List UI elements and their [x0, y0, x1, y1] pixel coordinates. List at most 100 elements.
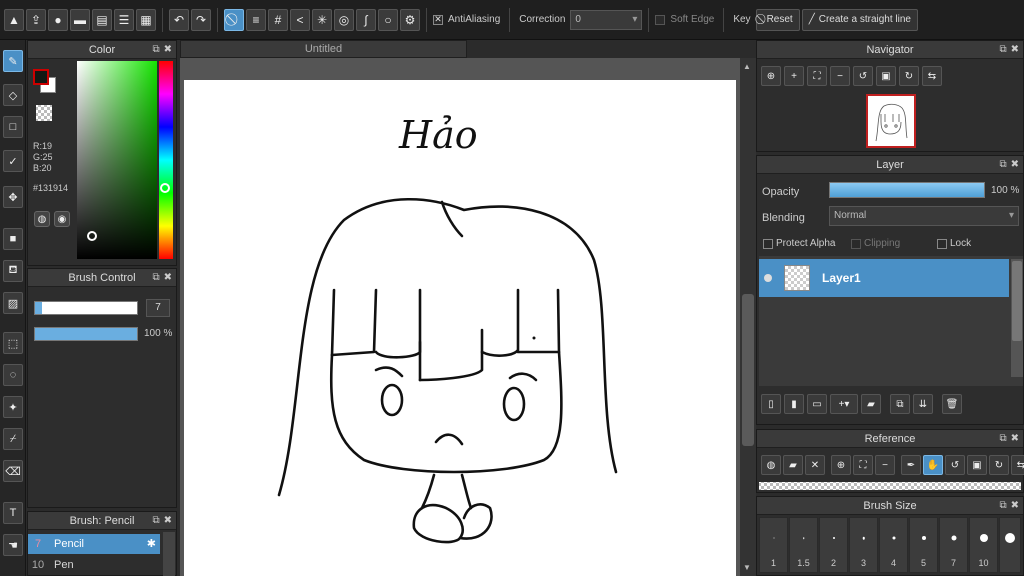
scroll-up-icon[interactable]: ▲: [743, 62, 751, 71]
straight-line-button[interactable]: ╱ Create a straight line: [801, 8, 918, 31]
reset-view-icon[interactable]: ▣: [967, 455, 987, 475]
zoom-magnify-icon[interactable]: ⊕: [761, 66, 781, 86]
bucket-tool-icon[interactable]: ⛾: [3, 260, 23, 282]
share-icon[interactable]: ⇪: [26, 8, 46, 31]
panel-close-icon[interactable]: ✖: [164, 44, 172, 55]
protect-alpha-option[interactable]: Protect Alpha: [763, 238, 835, 249]
rectangle-tool-icon[interactable]: □: [3, 116, 23, 138]
panel-float-icon[interactable]: ⧉: [999, 159, 1006, 170]
soft-edge-checkbox[interactable]: [655, 14, 666, 25]
move-tool-icon[interactable]: ✥: [3, 186, 23, 208]
radial-snap-icon[interactable]: ✳: [312, 8, 332, 31]
panel-close-icon[interactable]: ✖: [164, 515, 172, 526]
reset-view-icon[interactable]: ▣: [876, 66, 896, 86]
brush-tool-icon[interactable]: ✎: [3, 50, 23, 72]
rect-select-tool-icon[interactable]: ⬚: [3, 332, 23, 354]
rotate-left-icon[interactable]: ↺: [853, 66, 873, 86]
panel-float-icon[interactable]: ⧉: [152, 272, 159, 283]
brush-size-preset[interactable]: [999, 517, 1021, 573]
undo-icon[interactable]: ↶: [169, 8, 189, 31]
brush-opacity-slider[interactable]: [34, 327, 138, 341]
new-halftone-layer-icon[interactable]: ▮: [784, 394, 804, 414]
fit-screen-icon[interactable]: ⛶: [853, 455, 873, 475]
fit-screen-icon[interactable]: ⛶: [807, 66, 827, 86]
layer-opacity-slider[interactable]: [829, 182, 985, 198]
protect-alpha-checkbox[interactable]: [763, 238, 773, 249]
list-icon[interactable]: ☰: [114, 8, 134, 31]
rotate-left-icon[interactable]: ↺: [945, 455, 965, 475]
palette-icon[interactable]: ◍: [34, 211, 50, 227]
canvas-tab[interactable]: Untitled: [180, 40, 467, 58]
panel-close-icon[interactable]: ✖: [1011, 44, 1019, 55]
add-layer-dropdown-icon[interactable]: +▾: [830, 394, 858, 414]
brush-size-preset[interactable]: 3: [849, 517, 878, 573]
hue-slider[interactable]: [159, 61, 173, 259]
trash-icon[interactable]: 🗑: [942, 394, 962, 414]
panel-float-icon[interactable]: ⧉: [999, 433, 1006, 444]
lock-checkbox[interactable]: [937, 238, 947, 249]
panel-float-icon[interactable]: ⧉: [999, 500, 1006, 511]
grid-menu-icon[interactable]: ▦: [136, 8, 156, 31]
clipping-checkbox[interactable]: [851, 238, 861, 249]
brush-size-slider[interactable]: [34, 301, 138, 315]
flip-icon[interactable]: ⇆: [922, 66, 942, 86]
snap-settings-icon[interactable]: ⚙: [400, 8, 420, 31]
panel-close-icon[interactable]: ✖: [164, 272, 172, 283]
drawing-canvas[interactable]: Hảo: [184, 80, 736, 576]
brush-size-preset[interactable]: 7: [939, 517, 968, 573]
brush-size-value[interactable]: 7: [146, 299, 170, 317]
perspective-snap-icon[interactable]: <: [290, 8, 310, 31]
select-brush-tool-icon[interactable]: ⌿: [3, 428, 23, 450]
concentric-snap-icon[interactable]: ◎: [334, 8, 354, 31]
duplicate-layer-icon[interactable]: ⧉: [890, 394, 910, 414]
brush-item-pencil[interactable]: 7 Pencil ✱: [28, 534, 160, 554]
brush-size-preset[interactable]: 5: [909, 517, 938, 573]
new-folder-icon[interactable]: ▰: [861, 394, 881, 414]
transparent-color-swatch[interactable]: [36, 105, 52, 121]
snap-off-icon[interactable]: ⃠: [224, 8, 244, 31]
new-layer-icon[interactable]: ▯: [761, 394, 781, 414]
close-icon[interactable]: ✕: [805, 455, 825, 475]
flip-icon[interactable]: ⇆: [1011, 455, 1024, 475]
panel-float-icon[interactable]: ⧉: [152, 515, 159, 526]
zoom-magnify-icon[interactable]: ⊕: [831, 455, 851, 475]
brush-size-preset[interactable]: 1: [759, 517, 788, 573]
app-logo-icon[interactable]: ▲: [4, 8, 24, 31]
circle-snap-icon[interactable]: ○: [378, 8, 398, 31]
panel-close-icon[interactable]: ✖: [1011, 500, 1019, 511]
gear-icon[interactable]: ✱: [147, 537, 156, 550]
zoom-out-icon[interactable]: −: [875, 455, 895, 475]
open-folder-icon[interactable]: ▰: [783, 455, 803, 475]
parallel-snap-icon[interactable]: ≡: [246, 8, 266, 31]
hue-cursor[interactable]: [160, 183, 170, 193]
blending-select[interactable]: Normal: [829, 206, 1019, 226]
layer-list-scrollbar[interactable]: [1011, 259, 1023, 377]
brush-item-pen[interactable]: 10 Pen: [28, 555, 160, 575]
reset-button[interactable]: ⃠ Reset: [755, 8, 800, 31]
hand-icon[interactable]: ✋: [923, 455, 943, 475]
reference-image-area[interactable]: [759, 482, 1021, 490]
hand-tool-icon[interactable]: ☚: [3, 534, 23, 556]
eraser-tool-icon[interactable]: ◇: [3, 84, 23, 106]
rotate-right-icon[interactable]: ↻: [899, 66, 919, 86]
page-icon[interactable]: ▤: [92, 8, 112, 31]
color-picker-icon[interactable]: ◉: [54, 211, 70, 227]
comment-icon[interactable]: ▬: [70, 8, 90, 31]
panel-close-icon[interactable]: ✖: [1011, 159, 1019, 170]
navigator-thumbnail[interactable]: [866, 94, 916, 148]
correction-select[interactable]: 0: [570, 9, 643, 30]
scroll-down-icon[interactable]: ▼: [743, 563, 751, 572]
lasso-tool-icon[interactable]: ◌: [3, 364, 23, 386]
clipping-option[interactable]: Clipping: [851, 238, 900, 249]
zoom-out-icon[interactable]: −: [830, 66, 850, 86]
layer-item[interactable]: Layer1 ✱: [759, 259, 1021, 297]
merge-layer-icon[interactable]: ⇊: [913, 394, 933, 414]
sv-cursor[interactable]: [87, 231, 97, 241]
brush-size-preset[interactable]: 2: [819, 517, 848, 573]
antialiasing-checkbox[interactable]: ✕: [433, 14, 443, 25]
brush-size-preset[interactable]: 4: [879, 517, 908, 573]
panel-float-icon[interactable]: ⧉: [152, 44, 159, 55]
redo-icon[interactable]: ↷: [191, 8, 211, 31]
select-eraser-tool-icon[interactable]: ⌫: [3, 460, 23, 482]
brush-size-preset[interactable]: 10: [969, 517, 998, 573]
